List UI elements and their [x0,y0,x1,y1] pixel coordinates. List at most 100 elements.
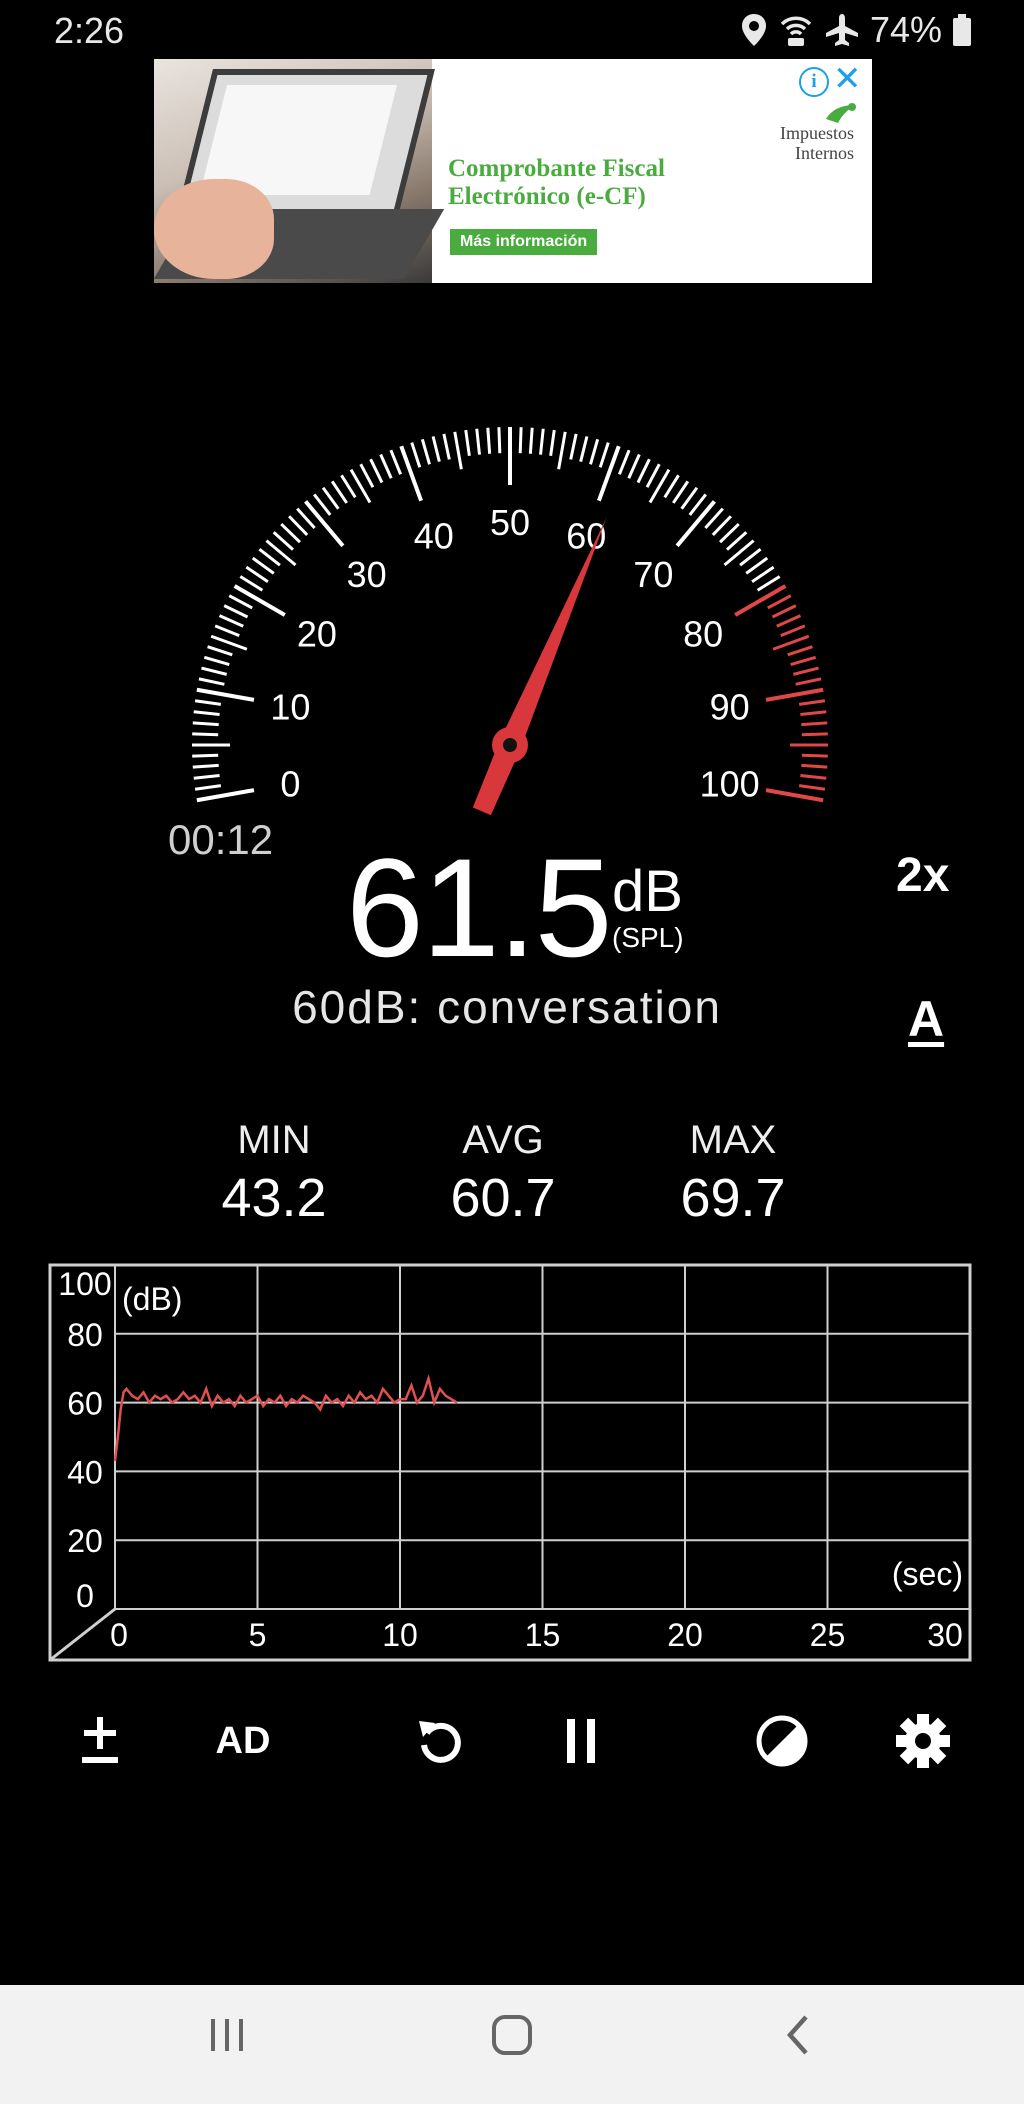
gauge-tick [369,458,384,484]
gauge-tick [196,687,255,702]
chart-y-tick-label: 100 [58,1266,111,1302]
ad-close-icon[interactable]: ✕ [833,61,862,97]
gauge-tick [192,763,219,769]
ad-headline-line1: Comprobante Fiscal [448,155,665,182]
chart-corner-line [49,1607,116,1662]
ad-headline: Comprobante Fiscal Electrónico (e-CF) [448,155,758,211]
gauge-scale-label: 50 [490,502,530,543]
gauge-tick [798,784,826,791]
gauge-tick [486,427,492,454]
home-icon[interactable] [490,2013,534,2057]
gauge-tick [193,710,220,716]
ad-remove-button[interactable]: AD [193,1706,293,1776]
chart-y-tick-label: 40 [67,1454,103,1490]
gauge-tick [288,515,309,536]
gauge-tick [751,565,775,583]
gauge-tick [194,699,222,706]
gauge-needle-arm [472,516,607,816]
min-value: 43.2 [221,1168,327,1228]
gauge-tick [228,594,253,610]
chart-x-tick-label: 20 [667,1617,703,1653]
gauge-tick [453,431,463,470]
gauge-tick [627,453,641,479]
ad-label: AD [215,1719,271,1762]
chart-y-tick-label: 0 [76,1578,94,1614]
gauge-tick [497,427,502,454]
theme-toggle-button[interactable] [732,1706,832,1776]
gauge-scale-label: 40 [414,515,454,556]
ad-banner[interactable]: Comprobante Fiscal Electrónico (e-CF) Má… [154,59,872,283]
gauge-needle-pivot [503,738,517,752]
gauge-tick [617,449,631,475]
gauge-tick [780,624,806,638]
gauge-tick [765,788,824,803]
gauge-tick [340,474,357,499]
chart-y-tick-labels: 0 20 40 60 80 100 [58,1266,111,1614]
calibrate-button[interactable] [50,1706,150,1776]
gauge-scale-label: 80 [683,614,723,655]
gear-icon [896,1714,950,1768]
status-icons: 74% [740,8,972,52]
gauge-tick [719,523,740,544]
gauge-tick [475,428,481,455]
gauge-tick [597,445,621,502]
recent-apps-icon[interactable] [205,2013,249,2057]
pause-icon [567,1719,595,1763]
pause-button[interactable] [531,1706,631,1776]
ad-brand-line1: Impuestos [780,123,854,143]
gauge-tick [194,784,222,791]
ad-info-icon[interactable]: i [799,67,829,97]
gauge-tick [251,556,275,575]
db-history-chart: 0 20 40 60 80 100 0 5 10 15 20 25 30 (dB) (sec) [48,1263,972,1662]
gauge-tick [265,539,297,567]
gauge-scale-label: 90 [710,686,750,727]
gauge-tick [321,486,340,510]
chart-frame [48,1263,972,1662]
db-unit: dB [612,859,683,924]
gauge-tick [800,774,827,780]
chart-y-tick-label: 60 [67,1386,103,1422]
gauge-tick [192,732,219,737]
gauge-tick [549,429,556,457]
gauge-tick [801,721,828,727]
gauge-tick [795,677,822,686]
gauge-tick [239,575,264,592]
chart-x-axis-label: (sec) [892,1556,963,1592]
gauge-tick [790,655,817,666]
gauge-tick [218,614,244,628]
gauge-scale-label: 20 [297,614,337,655]
ad-cta-button[interactable]: Más información [450,229,598,255]
sound-level-gauge: 010203040 50 60708090100 [192,427,828,816]
current-db-reading: 61.5 [346,829,612,986]
gauge-tick [557,431,567,470]
chart-grid [114,1265,970,1610]
ad-brand-logo-icon [826,103,856,123]
gauge-tick [193,774,220,780]
reset-button[interactable] [391,1706,491,1776]
gauge-tick [569,433,578,460]
gauge-tick [223,604,249,619]
gauge-tick [767,594,792,610]
gauge-tick [389,449,403,475]
avg-value: 60.7 [450,1168,556,1228]
gauge-tick [723,539,755,567]
gauge-tick [725,531,748,551]
battery-icon [953,14,971,46]
back-icon[interactable] [778,2013,822,2057]
chart-x-tick-label: 15 [525,1617,561,1653]
gauge-tick [636,458,651,484]
chart-x-tick-label: 0 [110,1617,128,1653]
gauge-tick [771,604,797,619]
gauge-tick [420,438,431,465]
settings-button[interactable] [873,1706,973,1776]
gauge-scale-label: 100 [700,764,760,805]
contrast-icon [756,1715,808,1767]
zoom-2x-button[interactable]: 2x [896,848,949,903]
airplane-icon [825,14,858,46]
reset-icon [419,1721,461,1763]
gauge-tick [410,442,422,468]
gauge-tick [801,732,828,737]
gauge-tick [745,556,769,575]
gauge-scale-label: 30 [347,554,387,595]
gauge-tick [442,433,451,460]
